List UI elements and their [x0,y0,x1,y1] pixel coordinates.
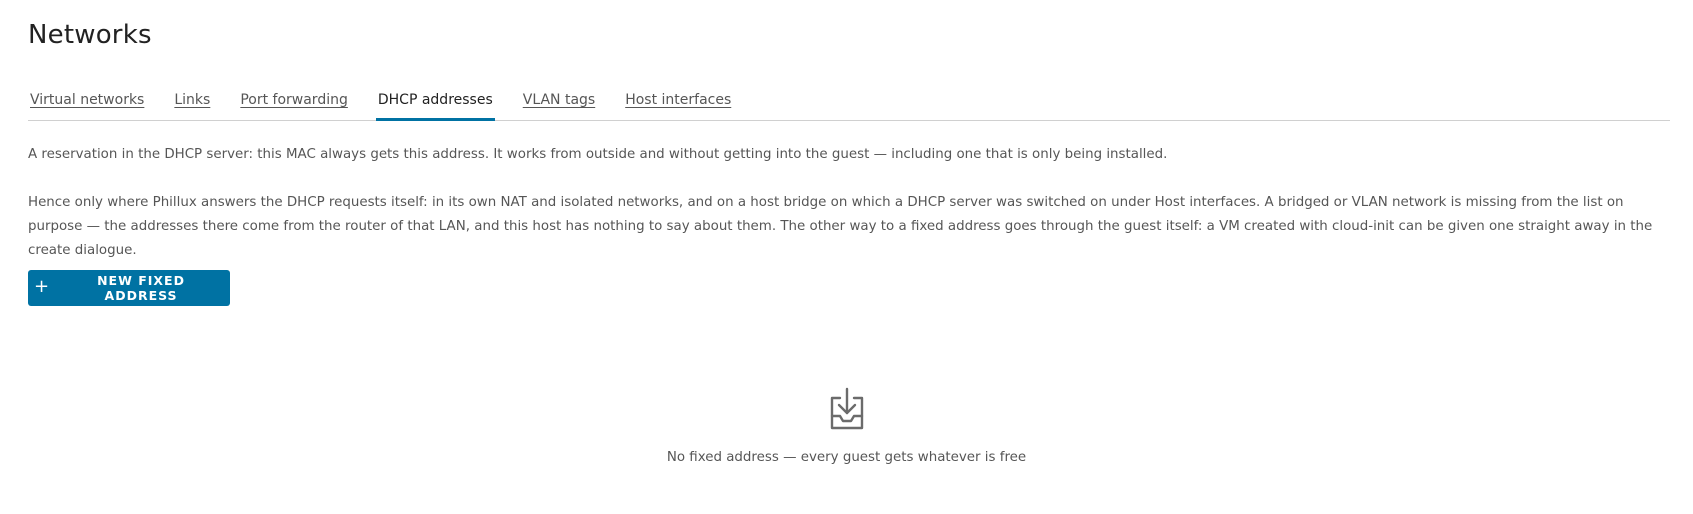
tab-vlan-tags[interactable]: VLAN tags [521,84,597,120]
new-fixed-address-label: NEW FIXED ADDRESS [97,273,185,303]
inbox-download-icon [827,386,867,432]
tab-links[interactable]: Links [172,84,212,120]
description-paragraph-1: A reservation in the DHCP server: this M… [28,147,1168,162]
empty-state-text: No fixed address — every guest gets what… [666,450,1027,465]
description-paragraph-2: Hence only where Phillux answers the DHC… [28,195,1653,258]
tab-host-interfaces[interactable]: Host interfaces [623,84,733,120]
tab-virtual-networks[interactable]: Virtual networks [28,84,146,120]
new-fixed-address-button[interactable]: + NEW FIXED ADDRESS [28,270,230,306]
tab-port-forwarding[interactable]: Port forwarding [238,84,350,120]
networks-page: Networks Virtual networks Links Port for… [0,0,1693,514]
empty-state: No fixed address — every guest gets what… [0,386,1693,465]
tab-dhcp-addresses[interactable]: DHCP addresses [375,84,495,121]
plus-icon: + [34,276,51,297]
page-title: Networks [28,20,152,50]
tab-bar: Virtual networks Links Port forwarding D… [28,84,1670,121]
